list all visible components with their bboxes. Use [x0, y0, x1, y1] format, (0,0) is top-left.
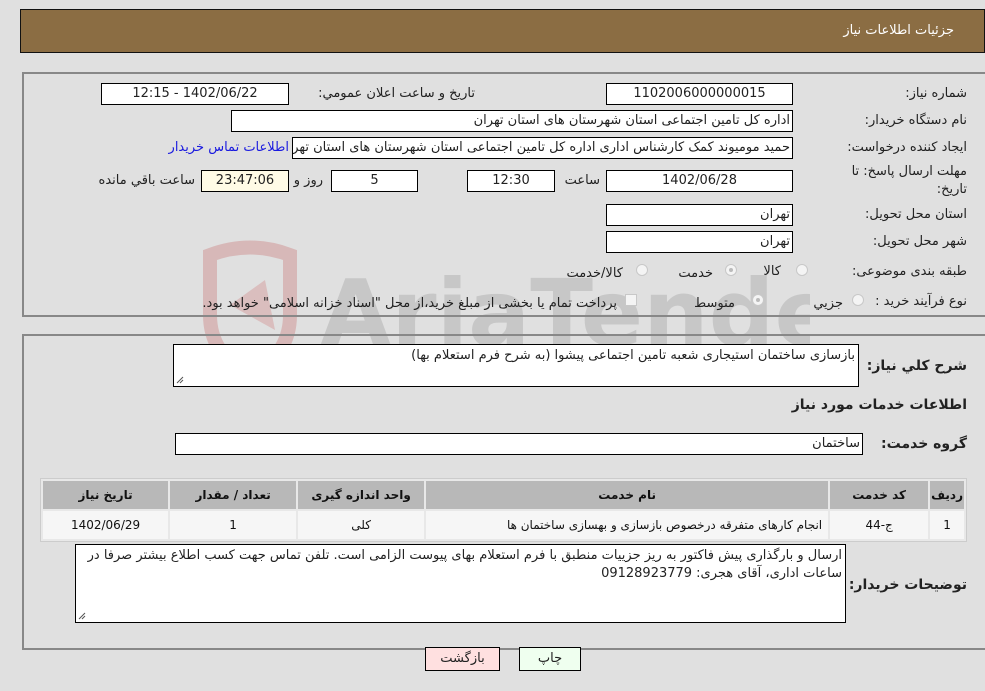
requester-field: حمید مومیوند کمک کارشناس اداری اداره کل … [292, 137, 793, 159]
treasury-checkbox[interactable] [625, 294, 637, 306]
deadline-label-date: تاريخ: [936, 182, 967, 197]
summary-field[interactable]: بازسازی ساختمان استیجاری شعبه تامین اجتم… [173, 344, 859, 387]
buyer-notes-text: ارسال و بارگذاری پیش فاکتور به ریز جزییا… [87, 548, 842, 581]
purchase-type-option-medium: متوسط [694, 296, 735, 311]
summary-label: شرح كلي نياز: [866, 358, 967, 374]
services-table: رديف کد خدمت نام خدمت واحد اندازه گيری ت… [40, 478, 967, 542]
cell-unit: کلی [298, 511, 425, 539]
deadline-time-field: 12:30 [467, 170, 555, 192]
category-radio-goods-service[interactable] [636, 264, 648, 276]
days-label: روز و [293, 173, 323, 188]
category-radio-goods[interactable] [796, 264, 808, 276]
buyer-contact-link[interactable]: اطلاعات تماس خريدار [169, 140, 289, 155]
back-button[interactable]: بازگشت [425, 647, 500, 671]
cell-service-name: انجام کارهای متفرقه درخصوص بازسازی و بهس… [426, 511, 829, 539]
resize-grip-icon[interactable] [78, 612, 86, 620]
requester-label: ايجاد کننده درخواست: [847, 140, 967, 155]
category-option-goods-service: کالا/خدمت [566, 266, 623, 281]
purchase-type-option-minor: جزيي [813, 296, 843, 311]
buyer-notes-field[interactable]: ارسال و بارگذاری پیش فاکتور به ریز جزییا… [75, 544, 846, 623]
treasury-note: پرداخت تمام یا بخشی از مبلغ خرید،از محل … [202, 296, 617, 311]
service-group-field: ساختمان [175, 433, 863, 455]
need-info-panel [22, 72, 985, 317]
category-option-goods: کالا [763, 264, 781, 279]
services-heading: اطلاعات خدمات مورد نياز [791, 397, 967, 413]
purchase-type-radio-medium[interactable] [752, 294, 764, 306]
table-header-row: رديف کد خدمت نام خدمت واحد اندازه گيری ت… [43, 481, 964, 509]
col-service-code: کد خدمت [830, 481, 929, 509]
col-unit: واحد اندازه گيری [298, 481, 425, 509]
col-row-number: رديف [930, 481, 964, 509]
table-row: 1 ج-44 انجام کارهای متفرقه درخصوص بازساز… [43, 511, 964, 539]
province-label: استان محل تحويل: [865, 207, 967, 222]
resize-grip-icon[interactable] [176, 376, 184, 384]
print-button[interactable]: چاپ [519, 647, 581, 671]
purchase-type-radio-minor[interactable] [852, 294, 864, 306]
remaining-time-label: ساعت باقي مانده [98, 173, 195, 188]
page-title: جزئيات اطلاعات نیاز [843, 23, 954, 38]
cell-quantity: 1 [170, 511, 297, 539]
category-label: طبقه بندی موضوعی: [851, 264, 967, 279]
cell-need-date: 1402/06/29 [43, 511, 169, 539]
cell-row-number: 1 [930, 511, 964, 539]
remaining-time-field: 23:47:06 [201, 170, 289, 192]
city-label: شهر محل تحويل: [872, 234, 967, 249]
deadline-time-label: ساعت [564, 173, 600, 188]
col-need-date: تاريخ نياز [43, 481, 169, 509]
city-field: تهران [606, 231, 793, 253]
remaining-days-field: 5 [331, 170, 418, 192]
col-quantity: تعداد / مقدار [170, 481, 297, 509]
buyer-org-label: نام دستگاه خريدار: [864, 113, 967, 128]
need-number-field: 1102006000000015 [606, 83, 793, 105]
col-service-name: نام خدمت [426, 481, 829, 509]
buyer-org-field: اداره کل تامین اجتماعی استان شهرستان های… [231, 110, 793, 132]
cell-service-code: ج-44 [830, 511, 929, 539]
deadline-label: مهلت ارسال پاسخ: تا [851, 164, 967, 179]
page-header: جزئيات اطلاعات نیاز [20, 9, 985, 53]
province-field: تهران [606, 204, 793, 226]
need-number-label: شماره نیاز: [905, 86, 967, 101]
announce-datetime-field: 1402/06/22 - 12:15 [101, 83, 289, 105]
purchase-type-label: نوع فرآيند خريد : [875, 294, 967, 309]
buyer-notes-label: توضيحات خريدار: [848, 577, 967, 593]
category-option-service: خدمت [678, 266, 713, 281]
deadline-date-field: 1402/06/28 [606, 170, 793, 192]
category-radio-service[interactable] [725, 264, 737, 276]
summary-text: بازسازی ساختمان استیجاری شعبه تامین اجتم… [411, 348, 855, 363]
announce-datetime-label: تاريخ و ساعت اعلان عمومي: [318, 86, 475, 101]
service-group-label: گروه خدمت: [881, 436, 967, 452]
